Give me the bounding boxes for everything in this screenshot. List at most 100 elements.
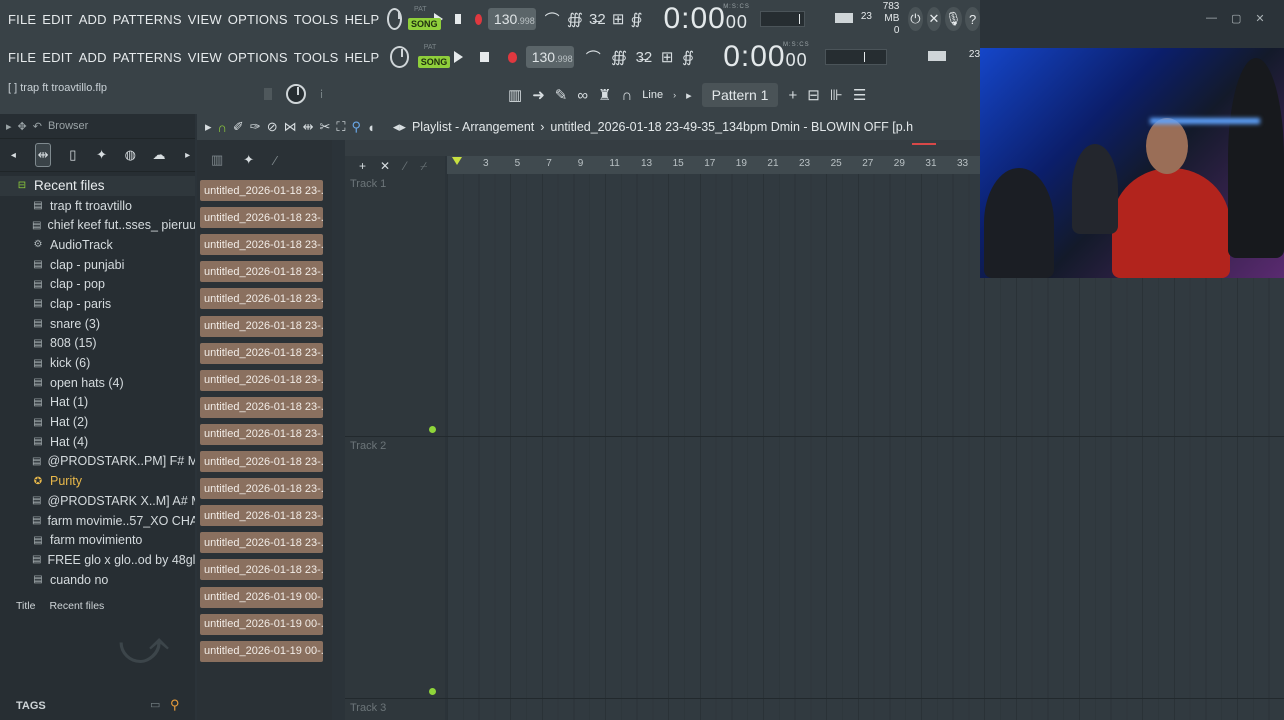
browser-item[interactable]: ▤ farm movimiento	[0, 530, 195, 550]
browser-item[interactable]: ▤ @PRODSTARK X..M] A# Minor	[0, 491, 195, 511]
countdown-icon[interactable]: 3̶2	[636, 49, 653, 66]
menu-options[interactable]: OPTIONS	[228, 50, 288, 65]
slip-icon[interactable]: ⇹	[303, 119, 314, 135]
master-volume-knob[interactable]	[386, 8, 402, 30]
pattern-clip[interactable]: untitled_2026-01-18 23-...	[200, 288, 323, 310]
browser-item[interactable]: ▤ Hat (4)	[0, 432, 195, 452]
chevron-right-icon[interactable]: ▸	[180, 144, 195, 166]
tab-recent-files[interactable]: Recent files	[49, 600, 104, 612]
magnet-icon[interactable]: ∩	[218, 120, 227, 135]
all-files-icon[interactable]: ⇹	[34, 143, 52, 167]
menu-options[interactable]: OPTIONS	[228, 12, 288, 27]
tempo-display[interactable]: 130.998	[487, 8, 536, 30]
menu-help[interactable]: HELP	[345, 12, 380, 27]
playhead-marker[interactable]	[452, 157, 462, 165]
arrow-icon[interactable]: ▸	[6, 120, 12, 133]
pattern-clip[interactable]: untitled_2026-01-18 23-...	[200, 559, 323, 581]
stop-button[interactable]	[455, 14, 462, 24]
master-volume-knob[interactable]	[389, 46, 410, 68]
arrow-left-icon[interactable]: ▸	[686, 89, 692, 102]
mute-icon[interactable]: ⋈	[284, 119, 297, 135]
step-edit-icon[interactable]: ⊞	[661, 48, 674, 66]
browser-item[interactable]: ▤ clap - pop	[0, 274, 195, 294]
browser-item[interactable]: ▤ @PRODSTARK..PM] F# Major	[0, 452, 195, 472]
document-icon[interactable]: ▯	[65, 144, 80, 166]
menu-file[interactable]: FILE	[8, 12, 36, 27]
microphone-icon[interactable]: 🎙	[945, 7, 962, 31]
browser-item[interactable]: ▤ farm movimie..57_XO CHAIN	[0, 511, 195, 531]
loop-record-icon[interactable]: ∯	[631, 10, 643, 28]
pat-song-toggle[interactable]: PAT SONG	[408, 6, 441, 32]
add-track-icon[interactable]: +	[359, 159, 366, 174]
browser-item[interactable]: ▤ open hats (4)	[0, 373, 195, 393]
channel-rack-icon[interactable]: ⊪	[830, 86, 843, 104]
pitch-knob[interactable]	[286, 84, 306, 104]
wait-input-icon[interactable]: ∰	[611, 48, 627, 66]
menu-edit[interactable]: EDIT	[42, 12, 72, 27]
menu-tools[interactable]: TOOLS	[294, 12, 339, 27]
pattern-clip[interactable]: untitled_2026-01-18 23-...	[200, 261, 323, 283]
globe-icon[interactable]: ◍	[123, 144, 138, 166]
close-icon[interactable]: ✕	[380, 159, 390, 174]
zoom-icon[interactable]: ⚲	[352, 119, 362, 135]
tuning-icon[interactable]: ⅰ	[320, 88, 323, 101]
tab-title[interactable]: Title	[16, 600, 35, 612]
magnet-icon[interactable]: ∩	[622, 87, 633, 104]
browser-item[interactable]: ▤ chief keef fut..sses_ pieruun	[0, 215, 195, 235]
paint-icon[interactable]: ✑	[250, 119, 261, 135]
browser-item[interactable]: ▤ snare (3)	[0, 314, 195, 334]
chevron-right-icon[interactable]: ›	[673, 90, 676, 100]
browser-item[interactable]: ✪ Purity	[0, 471, 195, 491]
link-icon[interactable]: ∞	[577, 87, 588, 104]
menu-help[interactable]: HELP	[345, 50, 380, 65]
grid-icon[interactable]: ▥	[211, 152, 223, 168]
minimize-icon[interactable]: —	[1206, 12, 1217, 25]
track-label[interactable]: Track 3	[350, 702, 386, 714]
track-led[interactable]	[429, 426, 436, 433]
menu-tools[interactable]: TOOLS	[294, 50, 339, 65]
play-button[interactable]	[453, 51, 463, 63]
countdown-icon[interactable]: 3̶2	[589, 11, 606, 28]
menu-edit[interactable]: EDIT	[42, 50, 72, 65]
pattern-clip[interactable]: untitled_2026-01-18 23-...	[200, 234, 323, 256]
select-icon[interactable]: ⛶	[336, 119, 345, 135]
move-icon[interactable]: ◂▸	[393, 119, 406, 135]
step-edit-icon[interactable]: ⊞	[612, 10, 625, 28]
playlist-icon[interactable]: ☰	[853, 86, 866, 104]
pattern-clip[interactable]: untitled_2026-01-18 23-...	[200, 315, 323, 337]
menu-patterns[interactable]: PATTERNS	[113, 12, 182, 27]
pattern-clip[interactable]: untitled_2026-01-18 23-...	[200, 396, 323, 418]
record-button[interactable]	[507, 51, 518, 63]
metronome-icon[interactable]: ⌒	[586, 47, 601, 68]
pattern-clip[interactable]: untitled_2026-01-18 23-...	[200, 180, 323, 201]
back-icon[interactable]: ↶	[33, 120, 42, 133]
mixer-icon[interactable]: ⊟	[807, 86, 820, 104]
loop-record-icon[interactable]: ∯	[682, 48, 694, 66]
search-icon[interactable]: ⚲	[170, 697, 180, 713]
plugin-icon[interactable]: ✦	[94, 144, 109, 166]
pattern-clip[interactable]: untitled_2026-01-18 23-...	[200, 451, 323, 472]
slash-icon[interactable]: ⁄	[404, 159, 406, 174]
menu-patterns[interactable]: PATTERNS	[113, 50, 182, 65]
pattern-clip[interactable]: untitled_2026-01-19 00-...	[200, 640, 323, 662]
record-button[interactable]	[474, 13, 482, 25]
pattern-clip[interactable]: untitled_2026-01-18 23-...	[200, 342, 323, 364]
stamp-icon[interactable]: ♜	[598, 86, 611, 104]
pattern-clip[interactable]: untitled_2026-01-18 23-...	[200, 423, 323, 445]
browser-item[interactable]: ▤ clap - punjabi	[0, 255, 195, 275]
tools-icon[interactable]: ✕	[926, 7, 942, 31]
browser-item[interactable]: ▤ FREE glo x glo..od by 48glock	[0, 550, 195, 570]
cloud-icon[interactable]: ☁	[152, 144, 167, 166]
browser-item[interactable]: ▤ Hat (2)	[0, 412, 195, 432]
brush-icon[interactable]: ⁄	[274, 153, 276, 168]
maximize-icon[interactable]: ▢	[1231, 12, 1241, 25]
chevron-left-icon[interactable]: ◂	[6, 144, 21, 166]
pattern-icon[interactable]: ✦	[243, 152, 254, 168]
pattern-clip[interactable]: untitled_2026-01-19 00-...	[200, 586, 323, 608]
track-label[interactable]: Track 2	[350, 440, 386, 452]
browser-item[interactable]: ⚙ AudioTrack	[0, 235, 195, 255]
folder-icon[interactable]: ▭	[150, 698, 160, 711]
recent-files-folder[interactable]: ⊟ Recent files	[0, 176, 195, 196]
pattern-clip[interactable]: untitled_2026-01-18 23-...	[200, 532, 323, 554]
track-led[interactable]	[429, 688, 436, 695]
